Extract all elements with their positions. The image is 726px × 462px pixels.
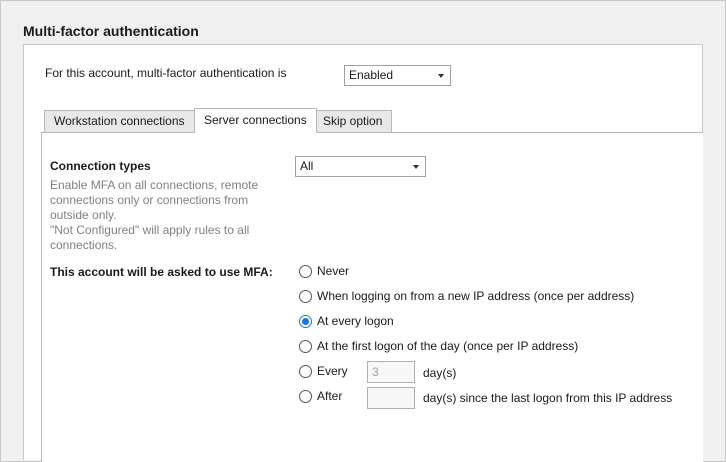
section-title: Multi-factor authentication	[23, 23, 199, 39]
radio-option-after-n-days[interactable]: After	[299, 388, 342, 404]
tab-workstation-connections[interactable]: Workstation connections	[44, 110, 195, 132]
radio-option-new-ip[interactable]: When logging on from a new IP address (o…	[299, 288, 634, 304]
description-line: connections.	[50, 238, 118, 252]
radio-button[interactable]	[299, 364, 312, 378]
chevron-down-icon	[413, 165, 419, 169]
after-days-suffix: day(s) since the last logon from this IP…	[423, 391, 673, 405]
radio-label: Every	[317, 364, 348, 378]
description-line: outside only.	[50, 208, 117, 222]
chevron-down-icon	[438, 74, 444, 78]
mfa-status-select[interactable]: Enabled	[344, 65, 451, 86]
tab-server-connections[interactable]: Server connections	[194, 108, 317, 133]
every-days-input[interactable]	[367, 361, 415, 383]
radio-button-checked[interactable]	[299, 314, 312, 328]
radio-button[interactable]	[299, 389, 312, 403]
every-days-suffix: day(s)	[423, 366, 457, 380]
connection-types-title: Connection types	[50, 159, 151, 173]
after-days-input[interactable]	[367, 387, 415, 409]
radio-button[interactable]	[299, 339, 312, 353]
radio-button[interactable]	[299, 289, 312, 303]
radio-label: When logging on from a new IP address (o…	[317, 289, 635, 303]
description-line: connections only or connections from	[50, 193, 249, 207]
mfa-status-label: For this account, multi-factor authentic…	[45, 66, 287, 80]
connection-types-value: All	[300, 159, 314, 173]
mfa-status-value: Enabled	[349, 68, 394, 82]
radio-button[interactable]	[299, 264, 312, 278]
connection-types-description: Enable MFA on all connections, remote co…	[50, 178, 280, 253]
radio-option-never[interactable]: Never	[299, 263, 349, 279]
tab-skip-option[interactable]: Skip option	[313, 110, 393, 132]
mfa-frequency-label: This account will be asked to use MFA:	[50, 265, 273, 279]
description-line: "Not Configured" will apply rules to all	[50, 223, 250, 237]
description-line: Enable MFA on all connections, remote	[50, 178, 259, 192]
radio-option-every-n-days[interactable]: Every	[299, 363, 348, 379]
radio-label: At every logon	[317, 314, 394, 328]
radio-label: Never	[317, 264, 350, 278]
radio-label: After	[317, 389, 343, 403]
radio-option-first-logon-of-day[interactable]: At the first logon of the day (once per …	[299, 338, 578, 354]
connection-types-select[interactable]: All	[295, 156, 426, 177]
radio-label: At the first logon of the day (once per …	[317, 339, 579, 353]
radio-option-every-logon[interactable]: At every logon	[299, 313, 394, 329]
